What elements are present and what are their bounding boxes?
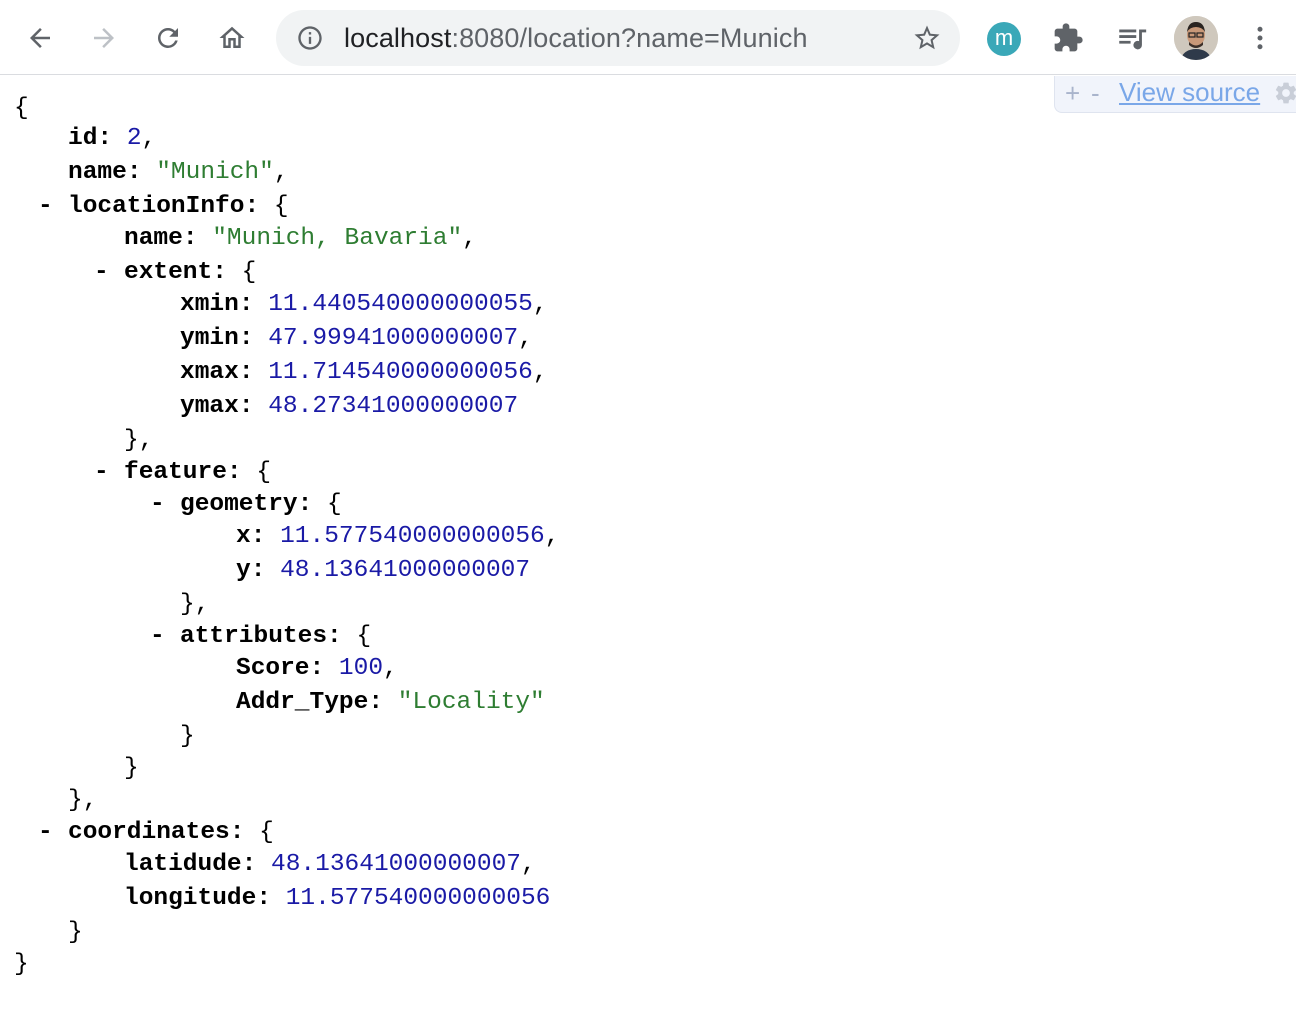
collapse-toggle[interactable]: -	[150, 490, 165, 520]
json-number: 2	[126, 125, 142, 152]
url-text[interactable]: localhost:8080/location?name=Munich	[344, 23, 808, 53]
json-key: longitude	[124, 885, 257, 912]
profile-avatar[interactable]	[1174, 16, 1218, 60]
json-row-extent: extent: {	[124, 259, 257, 286]
extensions-puzzle-icon	[1054, 23, 1083, 52]
json-key: latidude	[124, 851, 242, 878]
json-key: geometry	[180, 491, 298, 518]
json-string: "Munich"	[156, 159, 274, 186]
json-number: 11.440540000000055	[268, 291, 533, 318]
json-row-name: name: "Munich",	[68, 159, 289, 186]
json-viewer: + - View source { id: 2, name: "Munich",…	[0, 76, 1296, 1020]
browser-toolbar: localhost:8080/location?name=Munich m	[0, 0, 1296, 75]
bookmark-star-icon[interactable]	[912, 23, 942, 53]
json-string: "Munich, Bavaria"	[212, 225, 463, 252]
json-row-score: Score: 100,	[236, 655, 398, 682]
media-button[interactable]	[1110, 16, 1154, 60]
json-key: name	[124, 225, 183, 252]
json-row-attributes: attributes: {	[180, 623, 372, 650]
json-row-ymax: ymax: 48.27341000000007	[180, 393, 519, 420]
json-row-longitude: longitude: 11.577540000000056	[124, 885, 551, 912]
json-number: 48.27341000000007	[268, 393, 519, 420]
collapse-toggle[interactable]: -	[38, 818, 53, 848]
back-icon	[30, 28, 50, 48]
root-open-brace: {	[14, 95, 29, 122]
url-path: :8080/location?name=Munich	[451, 23, 808, 53]
json-row-id: id: 2,	[68, 125, 157, 152]
json-row-li-name: name: "Munich, Bavaria",	[124, 225, 477, 252]
json-number: 11.714540000000056	[268, 359, 533, 386]
json-row-y: y: 48.13641000000007	[236, 557, 531, 584]
json-row-latitude: latidude: 48.13641000000007,	[124, 851, 536, 878]
reload-icon	[158, 28, 178, 48]
media-queue-icon	[1119, 29, 1147, 50]
collapse-toggle[interactable]: -	[94, 458, 109, 488]
gear-icon[interactable]	[1273, 80, 1296, 106]
forward-icon	[94, 28, 114, 48]
json-key: ymin	[180, 325, 239, 352]
extensions-button[interactable]	[1046, 16, 1090, 60]
json-key: locationInfo	[68, 193, 245, 220]
viewer-options-bar: + - View source	[1054, 76, 1296, 113]
json-key: id	[68, 125, 98, 152]
address-bar[interactable]: localhost:8080/location?name=Munich	[276, 10, 960, 66]
url-host: localhost	[344, 23, 452, 53]
json-string: "Locality"	[397, 689, 545, 716]
json-key: ymax	[180, 393, 239, 420]
json-number: 11.577540000000056	[280, 523, 545, 550]
json-key: y	[236, 557, 251, 584]
json-row-geometry: geometry: {	[180, 491, 342, 518]
back-button[interactable]	[18, 16, 62, 60]
root-close-brace: }	[14, 951, 29, 978]
json-row-xmin: xmin: 11.440540000000055,	[180, 291, 548, 318]
json-key: attributes	[180, 623, 328, 650]
json-key: xmin	[180, 291, 239, 318]
json-number: 11.577540000000056	[285, 885, 551, 912]
json-row-addr-type: Addr_Type: "Locality"	[236, 689, 545, 716]
json-key: x	[236, 523, 251, 550]
json-row-coordinates: coordinates: {	[68, 819, 274, 846]
avatar-photo-icon	[1174, 16, 1218, 60]
json-key: extent	[124, 259, 213, 286]
reload-button[interactable]	[146, 16, 190, 60]
geometry-close-brace: },	[180, 591, 210, 618]
feature-close-brace: }	[124, 755, 139, 782]
json-key: coordinates	[68, 819, 230, 846]
json-row-locationInfo: locationInfo: {	[68, 193, 289, 220]
json-key: Addr_Type	[236, 689, 369, 716]
json-key: name	[68, 159, 127, 186]
json-key: feature	[124, 459, 227, 486]
forward-button[interactable]	[82, 16, 126, 60]
collapse-toggle[interactable]: -	[38, 192, 53, 222]
json-row-ymin: ymin: 47.99941000000007,	[180, 325, 533, 352]
json-number: 100	[338, 655, 384, 682]
coordinates-close-brace: }	[68, 919, 83, 946]
json-number: 48.13641000000007	[280, 557, 531, 584]
kebab-menu-icon	[1257, 26, 1263, 50]
view-source-link[interactable]: View source	[1119, 77, 1260, 107]
extension-m-icon[interactable]: m	[987, 22, 1021, 56]
locationInfo-close-brace: },	[68, 787, 98, 814]
site-info-icon[interactable]	[296, 24, 324, 52]
collapse-all-button[interactable]: -	[1091, 78, 1100, 108]
json-key: xmax	[180, 359, 239, 386]
json-row-feature: feature: {	[124, 459, 272, 486]
json-row-x: x: 11.577540000000056,	[236, 523, 560, 550]
collapse-toggle[interactable]: -	[94, 258, 109, 288]
expand-all-button[interactable]: +	[1065, 78, 1080, 108]
menu-button[interactable]	[1238, 16, 1282, 60]
home-icon	[219, 26, 245, 48]
json-number: 48.13641000000007	[271, 851, 521, 878]
extent-close-brace: },	[124, 427, 154, 454]
collapse-toggle[interactable]: -	[150, 622, 165, 652]
json-key: Score	[236, 655, 310, 682]
json-row-xmax: xmax: 11.714540000000056,	[180, 359, 548, 386]
home-button[interactable]	[210, 16, 254, 60]
json-number: 47.99941000000007	[268, 325, 519, 352]
attributes-close-brace: }	[180, 723, 195, 750]
